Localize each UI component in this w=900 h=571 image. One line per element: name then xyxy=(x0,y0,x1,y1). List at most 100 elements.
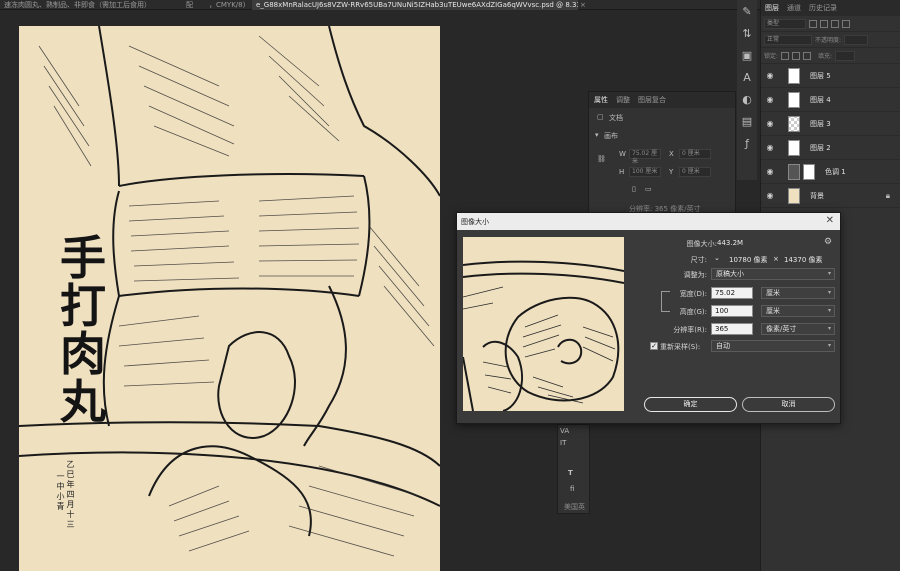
tab-previous-document[interactable]: 速冻肉圆丸、熟制品、非即食（需加工后食用） xyxy=(4,0,154,10)
ok-button[interactable]: 确定 xyxy=(644,397,737,412)
layer-row[interactable]: ◉ 图层 3 xyxy=(761,112,900,136)
fill-label: 填充: xyxy=(818,53,833,60)
image-size-label: 图像大小: xyxy=(686,240,717,248)
y-field[interactable]: 0 厘米 xyxy=(679,167,711,177)
tab-properties[interactable]: 属性 xyxy=(594,95,608,105)
height-input[interactable]: 100 xyxy=(711,305,753,317)
faux-bold-button[interactable]: T xyxy=(568,469,573,477)
close-icon[interactable]: ✕ xyxy=(826,216,834,226)
character-icon[interactable]: A xyxy=(737,66,757,88)
preview-linework xyxy=(463,260,624,411)
width-unit-select[interactable]: 厘米 ▾ xyxy=(761,287,835,299)
tab-layers[interactable]: 图层 xyxy=(765,3,779,13)
artboard: 手 打 肉 丸 乙巳年四月十三 一中小青 xyxy=(19,26,440,571)
chevron-down-icon: ▾ xyxy=(827,270,831,277)
layer-row[interactable]: ◉ 色调 1 xyxy=(761,160,900,184)
visibility-eye-icon[interactable]: ◉ xyxy=(764,119,776,128)
width-field[interactable]: 75.02 厘米 xyxy=(629,149,661,165)
resample-select[interactable]: 自动 ▾ xyxy=(711,340,835,352)
tab-layer-comps[interactable]: 图层复合 xyxy=(638,95,666,105)
layer-row[interactable]: ◉ 图层 4 xyxy=(761,88,900,112)
resolution-input[interactable]: 365 xyxy=(711,323,753,335)
color-icon[interactable]: ◐ xyxy=(737,88,757,110)
resolution-unit-select[interactable]: 像素/英寸 ▾ xyxy=(761,323,835,335)
layer-name: 图层 2 xyxy=(810,143,831,152)
lock-row: 锁定: 填充: xyxy=(761,48,900,64)
image-preview[interactable] xyxy=(463,237,624,411)
filter-shape-icon[interactable] xyxy=(842,19,850,28)
layer-row[interactable]: ◉ 图层 2 xyxy=(761,136,900,160)
filter-pixel-icon[interactable] xyxy=(809,19,817,28)
ligature-button[interactable]: fi xyxy=(570,485,574,493)
visibility-eye-icon[interactable]: ◉ xyxy=(764,71,776,80)
height-field[interactable]: 100 厘米 xyxy=(629,167,661,177)
canvas-section-title: 画布 xyxy=(604,132,618,140)
visibility-eye-icon[interactable]: ◉ xyxy=(764,167,776,176)
dimensions-width: 10780 像素 xyxy=(729,256,768,264)
opacity-field[interactable] xyxy=(844,34,869,45)
expand-arrow-icon[interactable]: ▾ xyxy=(595,131,599,139)
visibility-eye-icon[interactable]: ◉ xyxy=(764,95,776,104)
filter-adjust-icon[interactable] xyxy=(820,19,828,28)
resample-label: 重新采样(S): xyxy=(660,343,701,351)
title-char-3: 肉 xyxy=(60,327,106,381)
orientation-portrait-icon[interactable]: ▯ xyxy=(632,185,636,193)
dialog-titlebar[interactable]: 图像大小 xyxy=(457,213,840,230)
layer-row[interactable]: ◉ 图层 5 xyxy=(761,64,900,88)
tab-mode-fragment[interactable]: 配 xyxy=(186,0,200,10)
layer-name: 背景 xyxy=(810,191,824,200)
date-inscription: 乙巳年四月十三 xyxy=(66,460,75,530)
tab-adjustments[interactable]: 调整 xyxy=(616,95,630,105)
chevron-down-icon[interactable]: ⌄ xyxy=(714,254,720,262)
brush-icon[interactable]: ✎ xyxy=(737,0,757,22)
cancel-button[interactable]: 取消 xyxy=(742,397,835,412)
visibility-eye-icon[interactable]: ◉ xyxy=(764,191,776,200)
gear-icon[interactable]: ⚙ xyxy=(824,237,832,247)
fit-to-label: 调整为: xyxy=(683,271,707,279)
layer-name: 图层 5 xyxy=(810,71,831,80)
lock-all-icon[interactable] xyxy=(803,51,812,60)
link-icon[interactable]: ⛓ xyxy=(597,155,606,163)
height-unit-select[interactable]: 厘米 ▾ xyxy=(761,305,835,317)
constrain-proportions-link-icon[interactable] xyxy=(661,291,670,312)
orientation-landscape-icon[interactable]: ▭ xyxy=(645,185,652,193)
filter-type-icon[interactable] xyxy=(831,19,839,28)
width-label: W xyxy=(619,150,626,158)
layer-thumbnail xyxy=(788,187,800,204)
layer-mask-thumbnail xyxy=(803,163,815,180)
image-size-value: 443.2M xyxy=(717,239,744,247)
tab-cmyk-document[interactable]: ，CMYK/8) xyxy=(209,0,249,10)
y-label: Y xyxy=(669,168,674,176)
width-input[interactable]: 75.02 xyxy=(711,287,753,299)
language-select[interactable]: 美国英 xyxy=(564,502,585,512)
title-char-2: 打 xyxy=(60,279,106,333)
lock-position-icon[interactable] xyxy=(792,51,801,60)
fill-field[interactable] xyxy=(835,50,856,61)
fit-to-value: 原稿大小 xyxy=(716,270,744,278)
cube-icon[interactable]: ▣ xyxy=(737,44,757,66)
tab-channels[interactable]: 通道 xyxy=(787,3,801,13)
adjust-icon[interactable]: ⇅ xyxy=(737,22,757,44)
close-tab-icon[interactable]: × xyxy=(580,0,586,10)
panel-icon-strip: ✎ ⇅ ▣ A ◐ ▤ ƒ xyxy=(737,0,757,180)
lock-pixels-icon[interactable] xyxy=(781,51,790,60)
resample-checkbox[interactable]: ✓ xyxy=(650,342,658,350)
layer-name: 图层 4 xyxy=(810,95,831,104)
tab-active-document[interactable]: e_G88xMnRalacUJ6s8VZW-RRv65UBa7UNuNi5IZH… xyxy=(252,0,578,10)
fx-icon[interactable]: ƒ xyxy=(737,132,757,154)
height-label: H xyxy=(619,168,625,176)
blend-mode-select[interactable]: 正常 xyxy=(764,34,812,45)
tab-history[interactable]: 历史记录 xyxy=(809,3,837,13)
vertical-scale-label: IT xyxy=(560,439,567,447)
kind-filter-select[interactable]: 类型 xyxy=(764,18,806,29)
layer-row[interactable]: ◉ 背景 🔒︎ xyxy=(761,184,900,208)
x-field[interactable]: 0 厘米 xyxy=(679,149,711,159)
fit-to-select[interactable]: 原稿大小 ▾ xyxy=(711,268,835,280)
visibility-eye-icon[interactable]: ◉ xyxy=(764,143,776,152)
swatches-icon[interactable]: ▤ xyxy=(737,110,757,132)
document-tab-bar: 速冻肉圆丸、熟制品、非即食（需加工后食用） 配 ，CMYK/8) e_G88xM… xyxy=(0,0,760,10)
title-char-1: 手 xyxy=(60,231,106,285)
layers-panel-tabs: 图层 通道 历史记录 xyxy=(761,0,900,16)
lock-icon: 🔒︎ xyxy=(885,190,890,200)
resolution-label: 分辨率(R): xyxy=(673,326,707,334)
